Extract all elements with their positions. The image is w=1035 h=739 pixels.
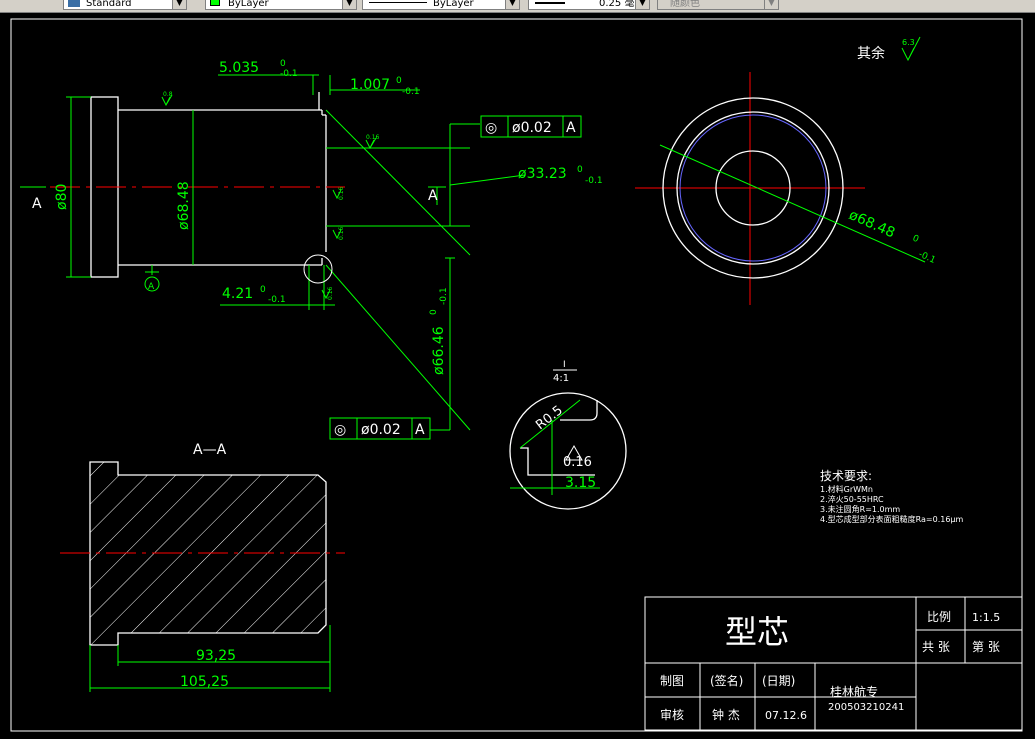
dim-d3323: ø33.23	[518, 166, 567, 182]
svg-text:第 张: 第 张	[972, 640, 1000, 654]
svg-text:3.15: 3.15	[565, 475, 596, 491]
plot-style-value: 随颜色	[670, 0, 700, 9]
dim-421: 4.21	[222, 286, 253, 302]
svg-text:制图: 制图	[660, 674, 684, 688]
dim-9325: 93,25	[196, 648, 236, 664]
linetype-select[interactable]: ByLayer ▼	[362, 0, 520, 10]
svg-text:0: 0	[911, 234, 921, 246]
svg-text:共 张: 共 张	[922, 640, 950, 654]
section-label: A—A	[193, 442, 227, 458]
svg-text:1:1.5: 1:1.5	[972, 611, 1000, 624]
title-block-text: 型芯 比例 1:1.5 共 张 第 张 制图 (签名) (日期) 审核 钟 杰 …	[660, 610, 1000, 722]
roughness-016-d: 0.16	[327, 286, 334, 300]
dim-d6646: ø66.46	[431, 326, 447, 375]
end-view: ø68.48 0 -0.1	[635, 72, 937, 305]
dim-421-tol: 0	[260, 285, 266, 295]
chevron-down-icon[interactable]: ▼	[342, 0, 356, 9]
dim-5035-tol: 0	[280, 59, 286, 69]
dim-circle-d6848: ø68.48	[846, 207, 897, 241]
roughness-08: 0.8	[163, 91, 173, 98]
lineweight-select[interactable]: 0.25 毫米 ▼	[528, 0, 650, 10]
dim-d3323-tol: 0	[577, 165, 583, 175]
text-style-value: Standard	[86, 0, 132, 9]
dim-d6848: ø68.48	[176, 181, 192, 230]
svg-text:3.未注圆角R=1.0mm: 3.未注圆角R=1.0mm	[820, 504, 900, 514]
text-style-icon	[68, 0, 80, 7]
dim-d80: ø80	[54, 184, 70, 210]
roughness-rest: 其余 6.3	[857, 36, 921, 62]
color-swatch-icon	[210, 0, 220, 6]
color-value: ByLayer	[228, 0, 269, 9]
chevron-down-icon[interactable]: ▼	[635, 0, 649, 9]
section-view: A—A 93,25 105,25	[60, 442, 345, 692]
view-arrow-mid: A	[428, 188, 438, 204]
tolerance-frame-2: ◎ ø0.02 A	[329, 417, 431, 440]
dim-10525: 105,25	[180, 674, 229, 690]
lineweight-preview-icon	[535, 2, 565, 4]
dim-d3323-tol2: -0.1	[585, 176, 603, 186]
chevron-down-icon[interactable]: ▼	[505, 0, 519, 9]
part-name: 型芯	[725, 613, 789, 651]
svg-text:ø0.02: ø0.02	[361, 422, 401, 438]
front-view-dims	[20, 74, 526, 431]
svg-text:1.材料GrWMn: 1.材料GrWMn	[820, 484, 873, 494]
front-view	[90, 92, 327, 278]
dim-d6646-tol: 0	[429, 309, 439, 315]
svg-text:钟 杰: 钟 杰	[712, 707, 740, 722]
dim-1007-tol: 0	[396, 76, 402, 86]
linetype-preview-icon	[369, 2, 427, 3]
svg-text:200503210241: 200503210241	[828, 702, 904, 713]
svg-text:ø0.02: ø0.02	[512, 120, 552, 136]
dim-5035-tol2: -0.1	[280, 69, 298, 79]
svg-text:07.12.6: 07.12.6	[765, 709, 807, 722]
datum-a: A	[148, 282, 155, 292]
roughness-016-b: 0.16	[338, 186, 345, 200]
svg-text:审核: 审核	[660, 707, 684, 722]
concentricity-icon: ◎	[334, 422, 346, 438]
svg-text:(签名): (签名)	[710, 673, 743, 688]
svg-text:A: A	[415, 422, 425, 438]
svg-text:0.16: 0.16	[563, 455, 592, 470]
tolerance-frame-1: ◎ ø0.02 A	[480, 115, 582, 138]
svg-text:其余: 其余	[857, 45, 885, 62]
color-select[interactable]: ByLayer ▼	[205, 0, 357, 10]
dim-d6646-tol2: -0.1	[439, 287, 449, 305]
concentricity-icon: ◎	[485, 120, 497, 136]
svg-text:桂林航专: 桂林航专	[830, 684, 878, 699]
dim-1007: 1.007	[350, 77, 390, 93]
technical-requirements: 技术要求: 1.材料GrWMn 2.淬火50-55HRC 3.未注圆角R=1.0…	[820, 469, 964, 524]
svg-text:(日期): (日期)	[762, 674, 795, 688]
detail-view: R0.5 0.16 3.15 I 4:1	[509, 360, 627, 510]
dim-1007-tol2: -0.1	[402, 87, 420, 97]
svg-text:4:1: 4:1	[553, 373, 569, 384]
svg-text:2.淬火50-55HRC: 2.淬火50-55HRC	[820, 494, 884, 504]
properties-toolbar: Standard ▼ ByLayer ▼ ByLayer ▼ 0.25 毫米 ▼…	[0, 0, 1035, 13]
svg-text:技术要求:: 技术要求:	[820, 469, 872, 483]
svg-text:A: A	[566, 120, 576, 136]
view-arrow-left: A	[32, 196, 42, 212]
text-style-select[interactable]: Standard ▼	[63, 0, 187, 10]
dim-5035: 5.035	[219, 60, 259, 76]
svg-text:4.型芯成型部分表面粗糙度Ra=0.16μm: 4.型芯成型部分表面粗糙度Ra=0.16μm	[820, 514, 964, 524]
linetype-value: ByLayer	[433, 0, 474, 9]
svg-text:I: I	[563, 360, 566, 370]
chevron-down-icon[interactable]: ▼	[764, 0, 778, 9]
svg-text:R0.5: R0.5	[533, 403, 566, 433]
drawing-canvas[interactable]: 5.035 0 -0.1 1.007 0 -0.1 ø80 ø68.48 ø33…	[0, 13, 1035, 739]
svg-text:-0.1: -0.1	[917, 250, 937, 266]
plot-style-select[interactable]: 随颜色 ▼	[657, 0, 779, 10]
chevron-down-icon[interactable]: ▼	[172, 0, 186, 9]
roughness-016-a: 0.16	[366, 134, 380, 141]
svg-text:6.3: 6.3	[902, 38, 915, 47]
roughness-016-c: 0.16	[338, 226, 345, 240]
dim-421-tol2: -0.1	[268, 295, 286, 305]
svg-text:比例: 比例	[927, 610, 951, 624]
